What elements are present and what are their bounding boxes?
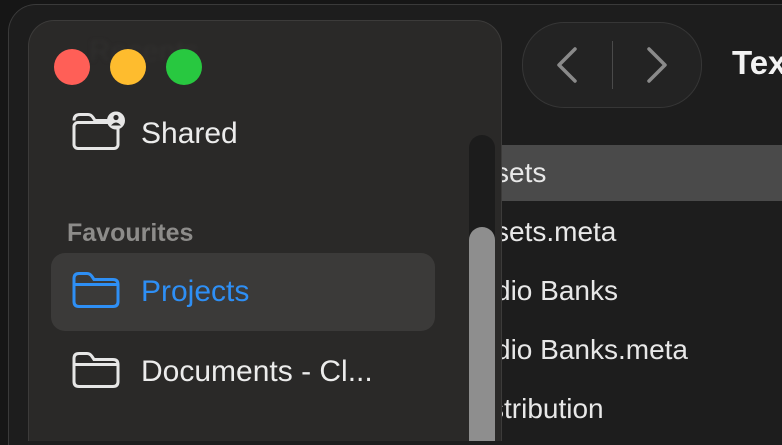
- sidebar-item-shared[interactable]: Shared: [51, 95, 435, 173]
- scrollbar-thumb[interactable]: [469, 227, 495, 441]
- shared-folder-icon: [71, 111, 127, 158]
- sidebar-item-projects[interactable]: Projects: [51, 253, 435, 331]
- sidebar-item-label: Projects: [141, 275, 250, 308]
- file-row[interactable]: dio Banks: [480, 263, 782, 319]
- close-button[interactable]: [54, 49, 90, 85]
- chevron-right-icon: [647, 47, 667, 83]
- folder-icon: [71, 270, 121, 315]
- sidebar-item-label: Documents - Cl...: [141, 355, 373, 388]
- sidebar-item-documents[interactable]: Documents - Cl...: [51, 333, 435, 411]
- back-button[interactable]: [523, 23, 612, 107]
- section-title-favourites: Favourites: [67, 219, 194, 247]
- maximize-button[interactable]: [166, 49, 202, 85]
- file-name: dio Banks.meta: [495, 334, 688, 365]
- sidebar: Recents Shared Favourites Projects Docum…: [28, 20, 502, 441]
- folder-icon: [71, 350, 121, 395]
- file-row[interactable]: sets.meta: [480, 204, 782, 260]
- forward-button[interactable]: [613, 23, 702, 107]
- window-title: Tex: [732, 44, 782, 81]
- navigation-buttons: [522, 22, 702, 108]
- file-row[interactable]: sets: [480, 145, 782, 201]
- chevron-left-icon: [557, 47, 577, 83]
- file-row[interactable]: dio Banks.meta: [480, 322, 782, 378]
- sidebar-item-label: Shared: [141, 117, 238, 150]
- file-row[interactable]: stribution: [480, 381, 782, 437]
- minimize-button[interactable]: [110, 49, 146, 85]
